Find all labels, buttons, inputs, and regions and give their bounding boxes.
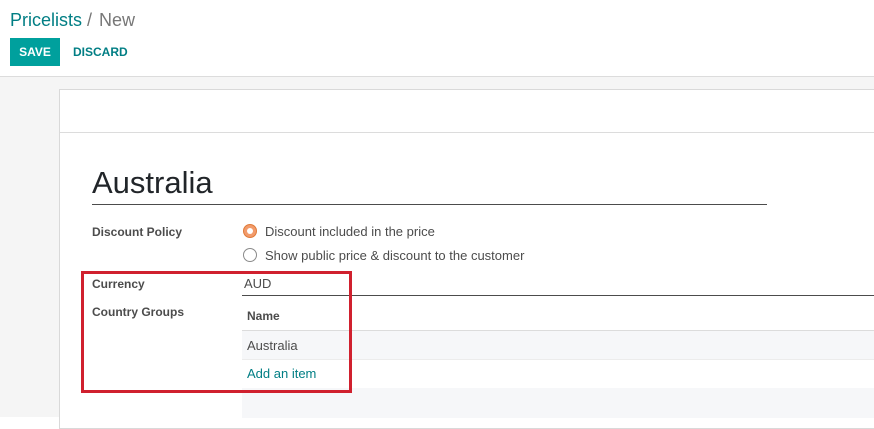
discount-option-public-price-label: Show public price & discount to the cust… <box>265 247 525 263</box>
radio-checked-icon[interactable] <box>243 224 257 238</box>
breadcrumb-current: New <box>99 10 136 30</box>
radio-unchecked-icon[interactable] <box>243 248 257 262</box>
control-panel: Pricelists / New SAVE DISCARD <box>0 0 874 77</box>
add-item-row: Add an item <box>242 360 874 388</box>
discount-option-public-price[interactable]: Show public price & discount to the cust… <box>243 246 524 264</box>
country-groups-table: Name Australia Add an item <box>242 302 874 418</box>
discount-option-included-label: Discount included in the price <box>265 223 435 239</box>
discount-policy-label: Discount Policy <box>92 225 183 239</box>
breadcrumb-separator: / <box>87 10 93 30</box>
table-empty-row <box>242 388 874 418</box>
table-header-name[interactable]: Name <box>242 302 874 331</box>
currency-field[interactable]: AUD <box>242 274 874 296</box>
discount-option-included[interactable]: Discount included in the price <box>243 222 435 240</box>
form-statusbar <box>60 90 874 133</box>
pricelist-name-input[interactable]: Australia <box>92 163 767 205</box>
currency-label: Currency <box>92 277 145 291</box>
table-row[interactable]: Australia <box>242 331 874 360</box>
breadcrumb: Pricelists / New <box>10 9 135 31</box>
country-groups-label: Country Groups <box>92 305 184 319</box>
save-button[interactable]: SAVE <box>10 38 60 66</box>
add-an-item-link[interactable]: Add an item <box>247 366 316 381</box>
discard-button[interactable]: DISCARD <box>64 38 137 66</box>
breadcrumb-pricelists-link[interactable]: Pricelists <box>10 10 82 30</box>
